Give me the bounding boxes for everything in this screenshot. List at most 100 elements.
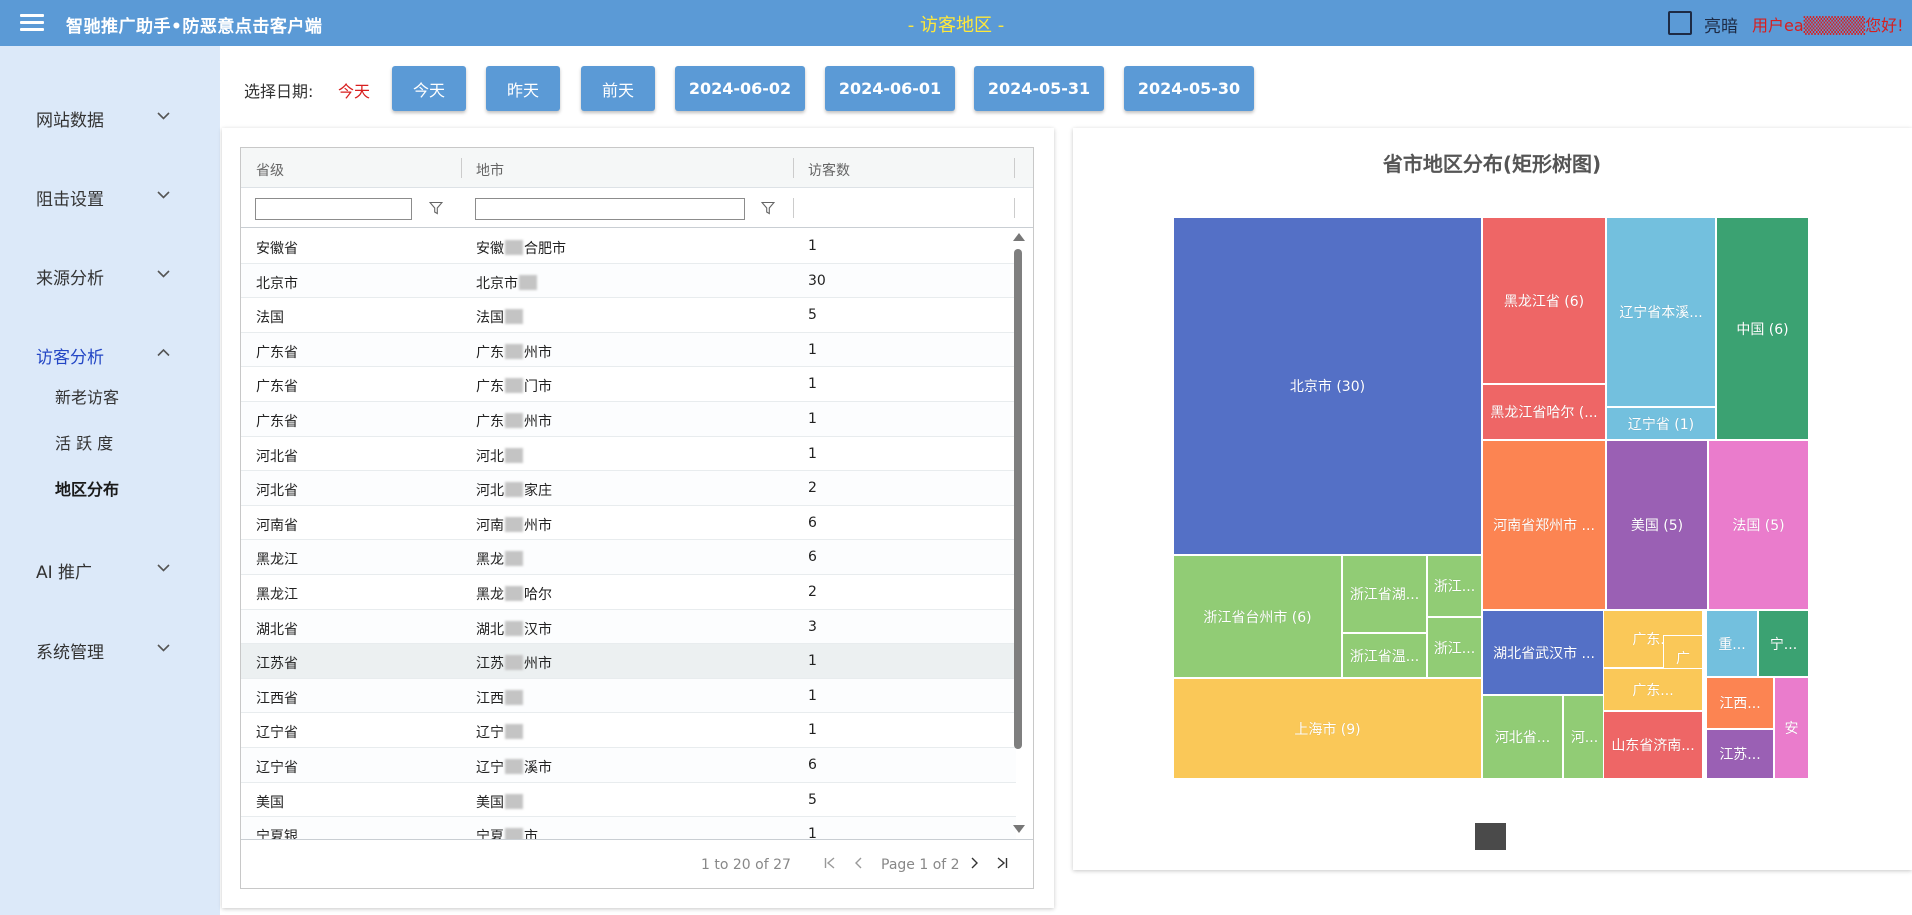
column-header-city[interactable]: 地市 [476, 160, 504, 180]
table-row[interactable]: 黑龙江 黑龙 6 [241, 540, 1016, 575]
treemap-cell[interactable]: 北京市 (30) [1173, 217, 1482, 555]
treemap-breadcrumb[interactable] [1475, 823, 1506, 850]
date-button-2024-05-31[interactable]: 2024-05-31 [974, 66, 1104, 111]
theme-toggle-checkbox[interactable] [1668, 11, 1692, 35]
treemap-cell[interactable]: 宁... [1758, 610, 1809, 677]
date-button-day-before[interactable]: 前天 [581, 66, 655, 111]
city-cell: 河南 州市 [476, 515, 552, 535]
treemap-cell[interactable]: 江西... [1706, 677, 1774, 729]
sidebar-item-visitor-analysis[interactable]: 访客分析 [0, 333, 220, 373]
sidebar-item-source-analysis[interactable]: 来源分析 [0, 254, 220, 294]
sidebar-subitem-region-distribution[interactable]: 地区分布 [55, 476, 119, 500]
treemap-cell[interactable]: 江苏... [1706, 729, 1774, 779]
city-cell-text: 门市 [524, 379, 552, 396]
visitor-count-cell: 1 [808, 653, 817, 670]
treemap-cell[interactable]: 河... [1563, 695, 1606, 779]
hamburger-menu-icon[interactable] [20, 14, 44, 32]
table-row[interactable]: 河南省 河南 州市 6 [241, 506, 1016, 541]
treemap-cell[interactable]: 浙江... [1427, 617, 1482, 678]
table-row[interactable]: 河北省 河北 家庄 2 [241, 471, 1016, 506]
column-divider [793, 198, 794, 218]
table-row[interactable]: 河北省 河北 1 [241, 437, 1016, 472]
table-row[interactable]: 辽宁省 辽宁 1 [241, 713, 1016, 748]
column-divider[interactable] [1014, 158, 1015, 178]
column-header-province[interactable]: 省级 [256, 160, 284, 180]
scrollbar-thumb[interactable] [1014, 249, 1022, 749]
sidebar-item-website-data[interactable]: 网站数据 [0, 96, 220, 136]
sidebar-item-ai-promotion[interactable]: AI 推广 [0, 548, 220, 588]
treemap-cell[interactable]: 辽宁省本溪... [1606, 217, 1716, 407]
visitor-count-cell: 1 [808, 722, 817, 739]
redacted-mask [505, 655, 523, 671]
treemap-cell[interactable]: 山东省济南... [1603, 711, 1703, 779]
first-page-icon[interactable] [824, 856, 836, 870]
treemap-cell[interactable]: 湖北省武汉市 ... [1482, 610, 1606, 695]
treemap-cell[interactable]: 黑龙江省哈尔 (... [1482, 384, 1606, 440]
treemap-cell[interactable]: 浙江省湖... [1342, 555, 1427, 633]
province-cell: 河南省 [256, 517, 298, 534]
treemap-cell[interactable]: 河南省郑州市 ... [1482, 440, 1606, 610]
scroll-down-arrow-icon[interactable] [1013, 825, 1025, 833]
column-divider[interactable] [461, 158, 462, 178]
sidebar-item-block-settings[interactable]: 阻击设置 [0, 175, 220, 215]
last-page-icon[interactable] [996, 856, 1008, 870]
treemap-cell[interactable]: 辽宁省 (1) [1606, 407, 1716, 440]
province-filter-input[interactable] [255, 198, 412, 220]
table-row[interactable]: 湖北省 湖北 汉市 3 [241, 609, 1016, 645]
treemap-cell[interactable]: 黑龙江省 (6) [1482, 217, 1606, 384]
city-cell-text: 黑龙 [476, 552, 504, 569]
pagination-range: 1 to 20 of 27 [701, 857, 791, 873]
treemap-cell[interactable]: 浙江... [1427, 555, 1482, 617]
treemap-cell[interactable]: 法国 (5) [1708, 440, 1809, 610]
column-divider[interactable] [793, 158, 794, 178]
treemap-cell[interactable]: 安 [1774, 677, 1809, 779]
theme-toggle-label[interactable]: 亮暗 [1704, 12, 1738, 37]
treemap-cell[interactable]: 中国 (6) [1716, 217, 1809, 440]
visitor-count-cell: 1 [808, 376, 817, 393]
table-header: 省级 地市 访客数 [241, 148, 1033, 188]
table-row[interactable]: 江苏省 江苏 州市 1 [241, 644, 1016, 679]
table-row[interactable]: 江西省 江西 1 [241, 678, 1016, 714]
sidebar-subitem-activity[interactable]: 活 跃 度 [55, 430, 113, 454]
treemap-cell[interactable]: 上海市 (9) [1173, 678, 1482, 779]
table-row[interactable]: 法国 法国 5 [241, 298, 1016, 333]
city-filter-input[interactable] [475, 198, 745, 220]
treemap-cell[interactable]: 河北省... [1482, 695, 1563, 779]
treemap-cell-label: 浙江省湖... [1349, 587, 1420, 603]
table-row[interactable]: 辽宁省 辽宁 溪市 6 [241, 748, 1016, 783]
sidebar-subitem-new-old-visitors[interactable]: 新老访客 [55, 384, 119, 408]
sidebar-item-system-management[interactable]: 系统管理 [0, 628, 220, 668]
date-button-2024-05-30[interactable]: 2024-05-30 [1124, 66, 1254, 111]
date-button-today[interactable]: 今天 [392, 66, 466, 111]
scroll-up-arrow-icon[interactable] [1013, 233, 1025, 241]
treemap-cell[interactable]: 美国 (5) [1606, 440, 1708, 610]
table-row[interactable]: 黑龙江 黑龙 哈尔 2 [241, 575, 1016, 610]
date-button-yesterday[interactable]: 昨天 [486, 66, 560, 111]
table-row[interactable]: 安徽省 安徽 合肥市 1 [241, 229, 1016, 264]
table-row[interactable]: 广东省 广东 州市 1 [241, 332, 1016, 368]
treemap-cell[interactable]: 浙江省台州市 (6) [1173, 555, 1342, 678]
previous-page-icon[interactable] [853, 856, 863, 870]
province-cell: 广东省 [256, 344, 298, 361]
table-row[interactable]: 广东省 广东 门市 1 [241, 367, 1016, 402]
visitor-count-cell: 3 [808, 618, 817, 635]
selected-date-text: 今天 [338, 82, 371, 101]
table-row[interactable]: 广东省 广东 州市 1 [241, 402, 1016, 437]
treemap-cell-label: 河北省... [1494, 730, 1551, 746]
treemap-cell[interactable]: 广东... [1603, 668, 1703, 711]
treemap-cell[interactable]: 重... [1706, 610, 1758, 677]
date-button-2024-06-01[interactable]: 2024-06-01 [825, 66, 955, 111]
table-row[interactable]: 北京市 北京市 30 [241, 263, 1016, 299]
province-cell: 河北省 [256, 448, 298, 465]
filter-icon[interactable] [761, 201, 775, 215]
city-cell: 法国 [476, 307, 524, 327]
table-row[interactable]: 宁夏银 宁夏 市 1 [241, 817, 1016, 839]
column-header-visitor-count[interactable]: 访客数 [808, 160, 850, 180]
table-row[interactable]: 美国 美国 5 [241, 783, 1016, 818]
next-page-icon[interactable] [970, 856, 980, 870]
city-cell: 湖北 汉市 [476, 619, 552, 639]
treemap-cell[interactable]: 浙江省温... [1342, 633, 1427, 678]
city-cell: 宁夏 市 [476, 826, 538, 839]
filter-icon[interactable] [429, 201, 443, 215]
date-button-2024-06-02[interactable]: 2024-06-02 [675, 66, 805, 111]
